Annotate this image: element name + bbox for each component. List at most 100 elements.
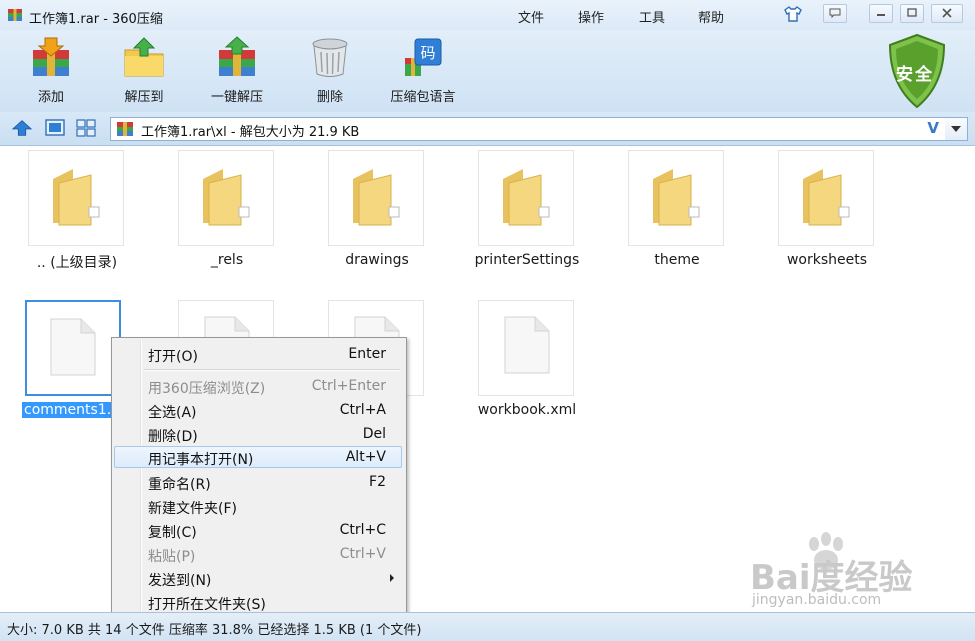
menu-item-label: 用360压缩浏览(Z)	[148, 381, 266, 397]
extract-to-button[interactable]: 解压到	[104, 36, 184, 110]
menu-item-delete[interactable]: 删除(D) Del	[114, 423, 402, 445]
delete-label: 删除	[316, 90, 343, 105]
toolbar: 添加 解压到 一键解压 删除 码 压缩包语言 安全	[0, 30, 975, 112]
folder-icon	[353, 169, 400, 226]
close-button[interactable]	[931, 4, 963, 23]
add-label: 添加	[37, 90, 64, 105]
item-label: .. (上级目录)	[36, 255, 118, 271]
add-archive-icon	[33, 37, 69, 76]
context-menu: 打开(O) Enter 用360压缩浏览(Z) Ctrl+Enter 全选(A)…	[111, 337, 407, 619]
file-icon	[50, 318, 96, 376]
submenu-arrow-icon	[390, 574, 394, 582]
menu-item-label: 重命名(R)	[148, 477, 211, 493]
menu-item-select-all[interactable]: 全选(A) Ctrl+A	[114, 399, 402, 421]
archive-language-label: 压缩包语言	[390, 90, 456, 105]
menu-item-label: 用记事本打开(N)	[148, 452, 254, 468]
menu-help[interactable]: 帮助	[698, 7, 724, 26]
menu-item-browse-360: 用360压缩浏览(Z) Ctrl+Enter	[114, 375, 402, 397]
item-label: worksheets	[786, 252, 868, 268]
status-bar: 大小: 7.0 KB 共 14 个文件 压缩率 31.8% 已经选择 1.5 K…	[0, 612, 975, 641]
one-click-extract-icon	[219, 36, 255, 76]
item-label: printerSettings	[474, 252, 580, 268]
menu-item-label: 新建文件夹(F)	[148, 501, 237, 517]
rar-archive-icon	[117, 122, 133, 136]
folder-item-printersettings[interactable]: printerSettings	[457, 146, 597, 280]
menu-item-rename[interactable]: 重命名(R) F2	[114, 471, 402, 493]
address-dropdown-button[interactable]	[945, 117, 968, 141]
address-v-icon[interactable]: V	[927, 119, 939, 137]
item-label: drawings	[345, 252, 409, 268]
delete-button[interactable]: 删除	[290, 36, 370, 110]
menu-item-new-folder[interactable]: 新建文件夹(F)	[114, 495, 402, 517]
minimize-icon	[877, 14, 885, 16]
folder-icon	[653, 169, 700, 226]
maximize-button[interactable]	[900, 4, 924, 23]
folder-item-theme[interactable]: theme	[607, 146, 747, 280]
item-label: _rels	[210, 252, 244, 268]
archive-language-button[interactable]: 码 压缩包语言	[383, 36, 463, 110]
up-arrow-icon[interactable]	[12, 119, 32, 137]
folder-item-worksheets[interactable]: worksheets	[757, 146, 897, 280]
menu-item-shortcut: Alt+V	[345, 449, 386, 465]
menu-item-open-containing-folder[interactable]: 打开所在文件夹(S)	[114, 591, 402, 613]
title-bar: 工作簿1.rar - 360压缩 文件 操作 工具 帮助	[0, 0, 975, 30]
folder-icon	[503, 169, 550, 226]
file-icon	[504, 316, 550, 374]
menu-item-send-to[interactable]: 发送到(N)	[114, 567, 402, 589]
address-path: 工作簿1.rar\xl - 解包大小为 21.9 KB	[141, 125, 360, 140]
menu-item-open-notepad[interactable]: 用记事本打开(N) Alt+V	[114, 446, 402, 468]
item-label: comments1.x	[22, 402, 122, 418]
menu-item-label: 全选(A)	[148, 405, 197, 421]
extract-folder-icon	[124, 37, 164, 77]
window-title: 工作簿1.rar - 360压缩	[29, 12, 163, 27]
menu-item-shortcut: Ctrl+Enter	[311, 378, 386, 394]
close-icon	[942, 8, 952, 18]
skin-shirt-icon[interactable]	[783, 5, 803, 23]
address-bar[interactable]: 工作簿1.rar\xl - 解包大小为 21.9 KB V	[110, 117, 946, 141]
item-label: workbook.xml	[477, 402, 577, 418]
folder-icon	[53, 169, 100, 226]
one-click-extract-button[interactable]: 一键解压	[197, 36, 277, 110]
svg-text:码: 码	[420, 44, 435, 62]
menu-file[interactable]: 文件	[518, 7, 544, 26]
menu-item-shortcut: Ctrl+V	[339, 546, 386, 562]
menu-item-shortcut: Ctrl+C	[339, 522, 386, 538]
status-text: 大小: 7.0 KB 共 14 个文件 压缩率 31.8% 已经选择 1.5 K…	[7, 623, 422, 638]
menu-item-label: 粘贴(P)	[148, 549, 196, 565]
security-label: 安全	[896, 65, 934, 85]
menu-item-shortcut: Del	[362, 426, 386, 442]
folder-item-rels[interactable]: _rels	[157, 146, 297, 280]
folder-item-parent[interactable]: .. (上级目录)	[7, 146, 147, 280]
menu-item-label: 删除(D)	[148, 429, 198, 445]
menu-item-label: 打开(O)	[148, 349, 198, 365]
rar-archive-icon	[8, 9, 22, 21]
file-item-workbook[interactable]: workbook.xml	[457, 296, 597, 430]
trash-can-icon	[312, 38, 348, 77]
menu-item-open[interactable]: 打开(O) Enter	[114, 343, 402, 365]
menu-item-label: 发送到(N)	[148, 573, 212, 589]
minimize-button[interactable]	[869, 4, 893, 23]
chevron-down-icon	[951, 126, 961, 132]
add-button[interactable]: 添加	[11, 36, 91, 110]
folder-icon	[803, 169, 850, 226]
address-row: 工作簿1.rar\xl - 解包大小为 21.9 KB V	[0, 112, 975, 146]
folder-item-drawings[interactable]: drawings	[307, 146, 447, 280]
one-click-extract-label: 一键解压	[210, 90, 263, 105]
item-label: theme	[654, 252, 700, 268]
menu-item-shortcut: F2	[369, 474, 386, 490]
large-icon-view-icon[interactable]	[45, 119, 65, 137]
menu-operation[interactable]: 操作	[578, 7, 604, 26]
menu-item-shortcut: Enter	[348, 346, 386, 362]
code-language-icon: 码	[405, 38, 442, 76]
speech-bubble-icon	[829, 8, 841, 18]
menu-item-shortcut: Ctrl+A	[339, 402, 386, 418]
menu-item-label: 打开所在文件夹(S)	[148, 597, 266, 613]
extract-to-label: 解压到	[124, 90, 164, 105]
maximize-icon	[907, 8, 917, 17]
menu-item-paste: 粘贴(P) Ctrl+V	[114, 543, 402, 565]
detail-view-icon[interactable]	[76, 119, 96, 137]
feedback-button[interactable]	[823, 4, 847, 23]
menu-tools[interactable]: 工具	[639, 7, 665, 26]
folder-icon	[203, 169, 250, 226]
menu-item-copy[interactable]: 复制(C) Ctrl+C	[114, 519, 402, 541]
